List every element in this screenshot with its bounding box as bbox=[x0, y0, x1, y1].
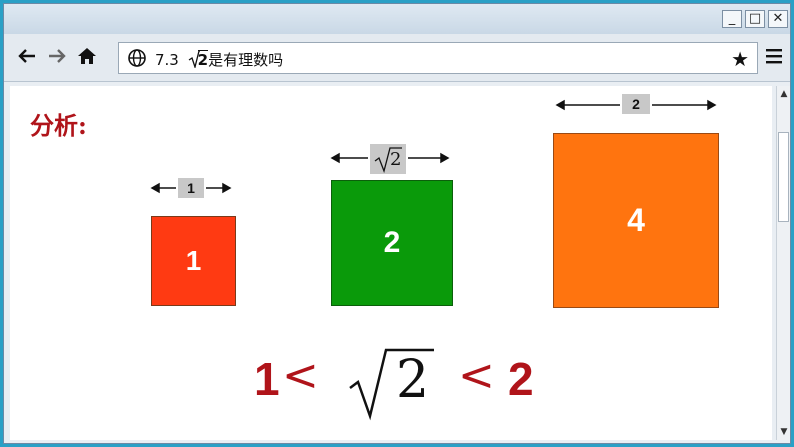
back-button[interactable] bbox=[16, 46, 38, 68]
inequality: 1 < 2 < 2 bbox=[250, 344, 550, 424]
scroll-up-icon: ▲ bbox=[780, 89, 788, 99]
forward-arrow-icon bbox=[49, 49, 66, 63]
address-sqrt: 2 bbox=[188, 50, 209, 69]
square-area-2: 2 bbox=[331, 180, 453, 306]
home-button[interactable] bbox=[76, 46, 98, 68]
globe-icon bbox=[128, 49, 146, 67]
square-area-1: 1 bbox=[151, 216, 236, 306]
hamburger-menu-icon bbox=[766, 49, 782, 64]
home-icon bbox=[78, 48, 96, 64]
address-prefix: 7.3 bbox=[155, 51, 184, 69]
side-label-1: 1 bbox=[178, 178, 204, 198]
page-content: 分析: 1 2 2 1 2 4 1 < 2 < 2 bbox=[10, 86, 772, 440]
address-suffix: 是有理数吗 bbox=[208, 51, 284, 69]
vertical-scrollbar[interactable]: ▲ ▼ bbox=[776, 86, 790, 440]
browser-window: _ □ ✕ 7.3 2是有理数吗 ★ 分析: 1 2 2 1 2 4 1 < 2… bbox=[3, 3, 791, 444]
ineq-right: 2 bbox=[508, 353, 534, 405]
minimize-button[interactable]: _ bbox=[722, 10, 742, 28]
menu-button[interactable] bbox=[764, 46, 784, 70]
ineq-sqrt-arg: 2 bbox=[396, 350, 430, 410]
title-bar: _ □ ✕ bbox=[4, 4, 790, 34]
browser-toolbar: 7.3 2是有理数吗 ★ bbox=[4, 34, 790, 82]
side-label-2-arg: 2 bbox=[390, 149, 402, 170]
address-text: 7.3 2是有理数吗 bbox=[155, 49, 283, 70]
ineq-left: 1 bbox=[254, 353, 280, 405]
scroll-down-icon: ▼ bbox=[780, 427, 788, 437]
scroll-down-button[interactable]: ▼ bbox=[778, 426, 790, 438]
ineq-lt-1: < bbox=[282, 350, 319, 401]
side-label-3: 2 bbox=[622, 94, 650, 114]
ineq-lt-2: < bbox=[458, 350, 495, 401]
back-arrow-icon bbox=[18, 49, 35, 63]
address-bar[interactable]: 7.3 2是有理数吗 ★ bbox=[118, 42, 758, 74]
bookmark-button[interactable]: ★ bbox=[731, 47, 749, 71]
scroll-up-button[interactable]: ▲ bbox=[778, 88, 790, 100]
maximize-button[interactable]: □ bbox=[745, 10, 765, 28]
address-sqrt-sign bbox=[188, 50, 200, 68]
side-label-2: 2 bbox=[370, 144, 406, 174]
square-area-4: 4 bbox=[553, 133, 719, 308]
scrollbar-thumb[interactable] bbox=[778, 132, 789, 222]
star-icon: ★ bbox=[731, 47, 749, 71]
forward-button[interactable] bbox=[46, 46, 68, 68]
close-button[interactable]: ✕ bbox=[768, 10, 788, 28]
